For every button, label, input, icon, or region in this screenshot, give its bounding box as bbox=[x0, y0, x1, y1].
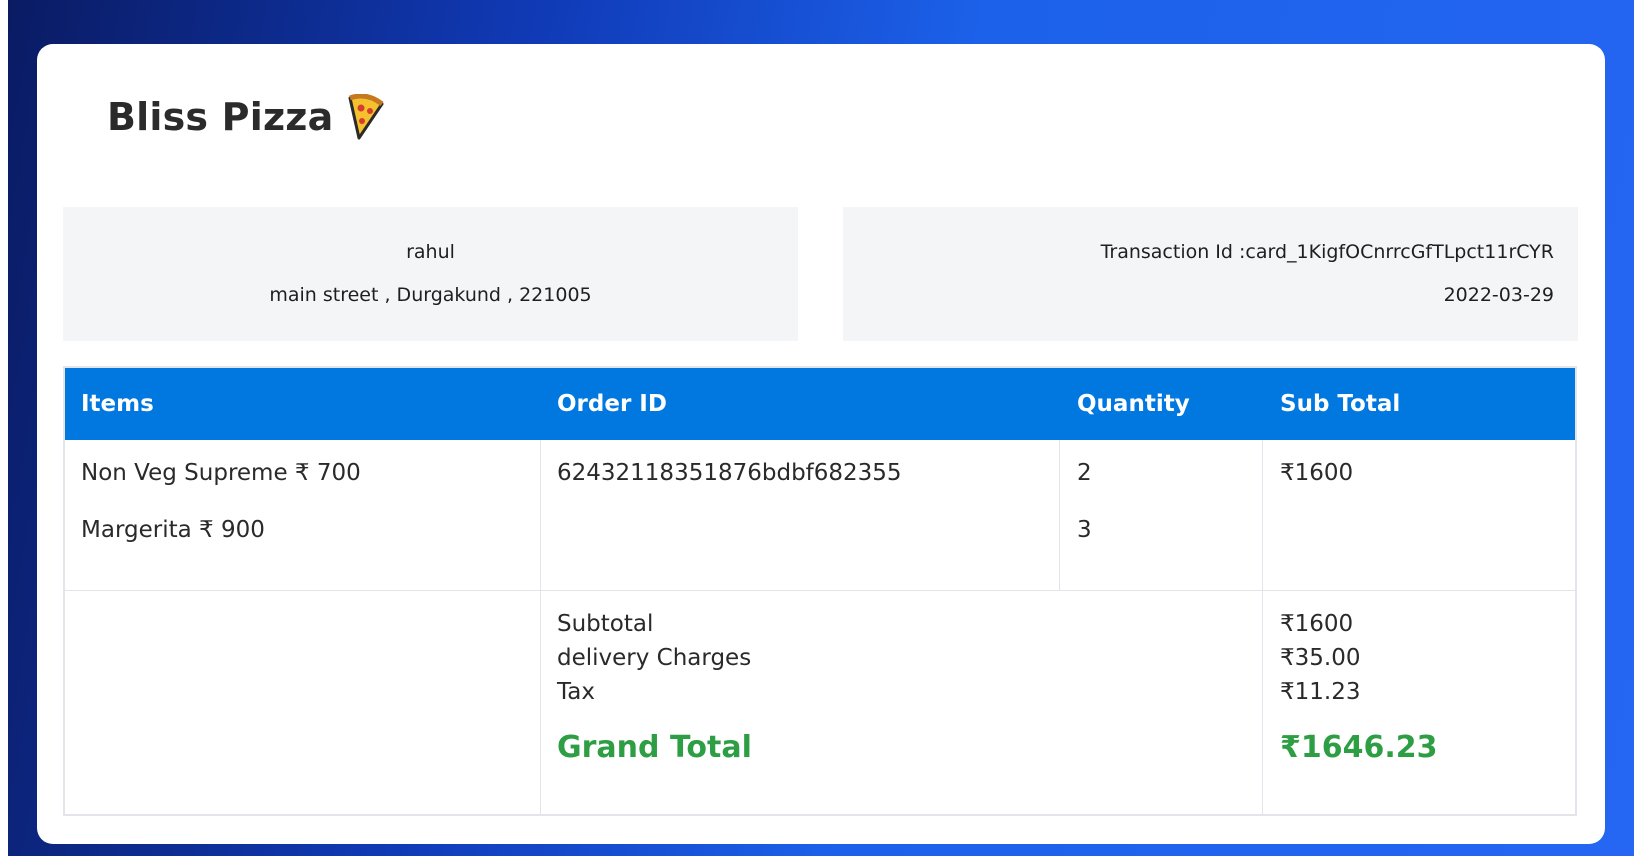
grand-total-value: ₹1646.23 bbox=[1280, 730, 1438, 765]
row-divider bbox=[65, 590, 1575, 591]
row-sub-total: ₹1600 bbox=[1280, 460, 1354, 486]
pizza-icon bbox=[347, 93, 385, 140]
item-quantity: 2 bbox=[1077, 460, 1092, 486]
delivery-charges-value: ₹35.00 bbox=[1280, 645, 1361, 671]
grand-total-label: Grand Total bbox=[557, 730, 752, 765]
transaction-id: Transaction Id :card_1KigfOCnrrcGfTLpct1… bbox=[1100, 241, 1554, 263]
transaction-date: 2022-03-29 bbox=[1443, 284, 1554, 306]
subtotal-value: ₹1600 bbox=[1280, 611, 1354, 637]
subtotal-label: Subtotal bbox=[557, 611, 654, 637]
column-divider bbox=[1262, 440, 1263, 816]
item-name: Non Veg Supreme ₹ 700 bbox=[81, 460, 361, 486]
customer-info-panel: rahul main street , Durgakund , 221005 bbox=[63, 207, 798, 341]
brand-name: Bliss Pizza bbox=[107, 95, 334, 139]
column-divider bbox=[1059, 440, 1060, 590]
brand-header: Bliss Pizza bbox=[107, 93, 385, 140]
customer-address: main street , Durgakund , 221005 bbox=[269, 284, 592, 306]
header-sub-total: Sub Total bbox=[1280, 391, 1401, 417]
transaction-info-panel: Transaction Id :card_1KigfOCnrrcGfTLpct1… bbox=[843, 207, 1578, 341]
table-header: Items Order ID Quantity Sub Total bbox=[65, 368, 1575, 440]
header-quantity: Quantity bbox=[1077, 391, 1190, 417]
delivery-charges-label: delivery Charges bbox=[557, 645, 752, 671]
column-divider bbox=[540, 440, 541, 816]
invoice-card: Bliss Pizza rahul main street , Durgakun… bbox=[37, 44, 1605, 844]
tax-label: Tax bbox=[557, 679, 595, 705]
order-id-value: 62432118351876bdbf682355 bbox=[557, 460, 902, 486]
header-items: Items bbox=[81, 391, 154, 417]
item-quantity: 3 bbox=[1077, 517, 1092, 543]
tax-value: ₹11.23 bbox=[1280, 679, 1361, 705]
item-name: Margerita ₹ 900 bbox=[81, 517, 265, 543]
header-order-id: Order ID bbox=[557, 391, 667, 417]
customer-name: rahul bbox=[406, 241, 455, 263]
order-table: Items Order ID Quantity Sub Total Non Ve… bbox=[63, 366, 1577, 816]
